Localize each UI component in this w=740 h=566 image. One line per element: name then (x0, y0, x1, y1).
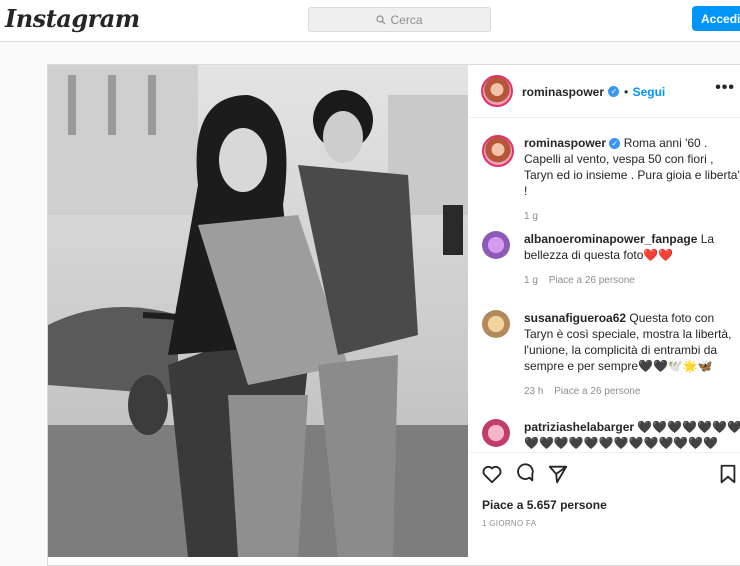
instagram-logo[interactable]: Instagram (5, 4, 140, 33)
verified-badge-icon: ✓ (609, 138, 621, 150)
comment-text-block: albanoerominapower_fanpage La bellezza d… (524, 231, 740, 289)
post-side-panel: rominaspower ✓ • Segui ••• rominaspower … (469, 65, 740, 565)
post-card: rominaspower ✓ • Segui ••• rominaspower … (47, 64, 740, 566)
bookmark-icon[interactable] (717, 463, 739, 485)
comment-text-block: susanafigueroa62 Questa foto con Taryn è… (524, 310, 740, 400)
caption-text-block: rominaspower ✓ Roma anni '60 . Capelli a… (524, 135, 740, 225)
search-input[interactable]: Cerca (308, 7, 491, 32)
author-avatar[interactable] (481, 75, 513, 107)
separator-dot: • (623, 85, 629, 99)
caption-time[interactable]: 1 g (524, 211, 538, 222)
likes-count[interactable]: Piace a 5.657 persone (482, 498, 607, 512)
heart-icon[interactable] (481, 463, 503, 485)
comment-username[interactable]: patriziashelabarger (524, 420, 634, 434)
vintage-photo-illustration (48, 65, 468, 557)
comment-item: susanafigueroa62 Questa foto con Taryn è… (482, 310, 740, 410)
follow-button[interactable]: Segui (633, 85, 666, 99)
search-placeholder: Cerca (390, 12, 423, 27)
comment-username[interactable]: albanoerominapower_fanpage (524, 232, 697, 246)
post-date[interactable]: 1 GIORNO FA (482, 519, 536, 528)
post-header: rominaspower ✓ • Segui ••• (469, 65, 740, 118)
commenter-avatar[interactable] (482, 419, 510, 447)
paper-plane-icon[interactable] (547, 463, 569, 485)
top-navigation-bar: Instagram Cerca Accedi (0, 0, 740, 42)
author-line: rominaspower ✓ • Segui (522, 83, 665, 101)
caption-meta: 1 g (524, 209, 740, 225)
verified-badge-icon: ✓ (608, 86, 620, 98)
comment-likes[interactable]: Piace a 26 persone (554, 386, 640, 397)
comment-text-block: patriziashelabarger 🖤🖤🖤🖤🖤🖤🖤🖤🖤🖤🖤🖤🖤🖤🖤🖤🖤🖤🖤🖤 (524, 419, 740, 451)
comment-icon[interactable] (514, 463, 536, 485)
post-photo[interactable] (48, 65, 468, 557)
caption-item: rominaspower ✓ Roma anni '60 . Capelli a… (482, 135, 740, 222)
comment-item: patriziashelabarger 🖤🖤🖤🖤🖤🖤🖤🖤🖤🖤🖤🖤🖤🖤🖤🖤🖤🖤🖤🖤 (482, 419, 740, 451)
caption-username[interactable]: rominaspower (524, 136, 606, 150)
comment-time[interactable]: 23 h (524, 386, 543, 397)
comment-meta: 1 g Piace a 26 persone (524, 273, 740, 289)
post-actions: Piace a 5.657 persone 1 GIORNO FA (469, 452, 740, 566)
caption-avatar[interactable] (482, 135, 514, 167)
comment-time[interactable]: 1 g (524, 275, 538, 286)
comment-meta: 23 h Piace a 26 persone (524, 384, 740, 400)
commenter-avatar[interactable] (482, 310, 510, 338)
login-button[interactable]: Accedi (692, 6, 740, 31)
author-username[interactable]: rominaspower (522, 85, 604, 99)
comments-list: rominaspower ✓ Roma anni '60 . Capelli a… (469, 118, 740, 451)
commenter-avatar[interactable] (482, 231, 510, 259)
search-icon (376, 14, 386, 24)
comment-username[interactable]: susanafigueroa62 (524, 311, 626, 325)
more-options-icon[interactable]: ••• (715, 79, 735, 97)
comment-likes[interactable]: Piace a 26 persone (549, 275, 635, 286)
comment-item: albanoerominapower_fanpage La bellezza d… (482, 231, 740, 291)
